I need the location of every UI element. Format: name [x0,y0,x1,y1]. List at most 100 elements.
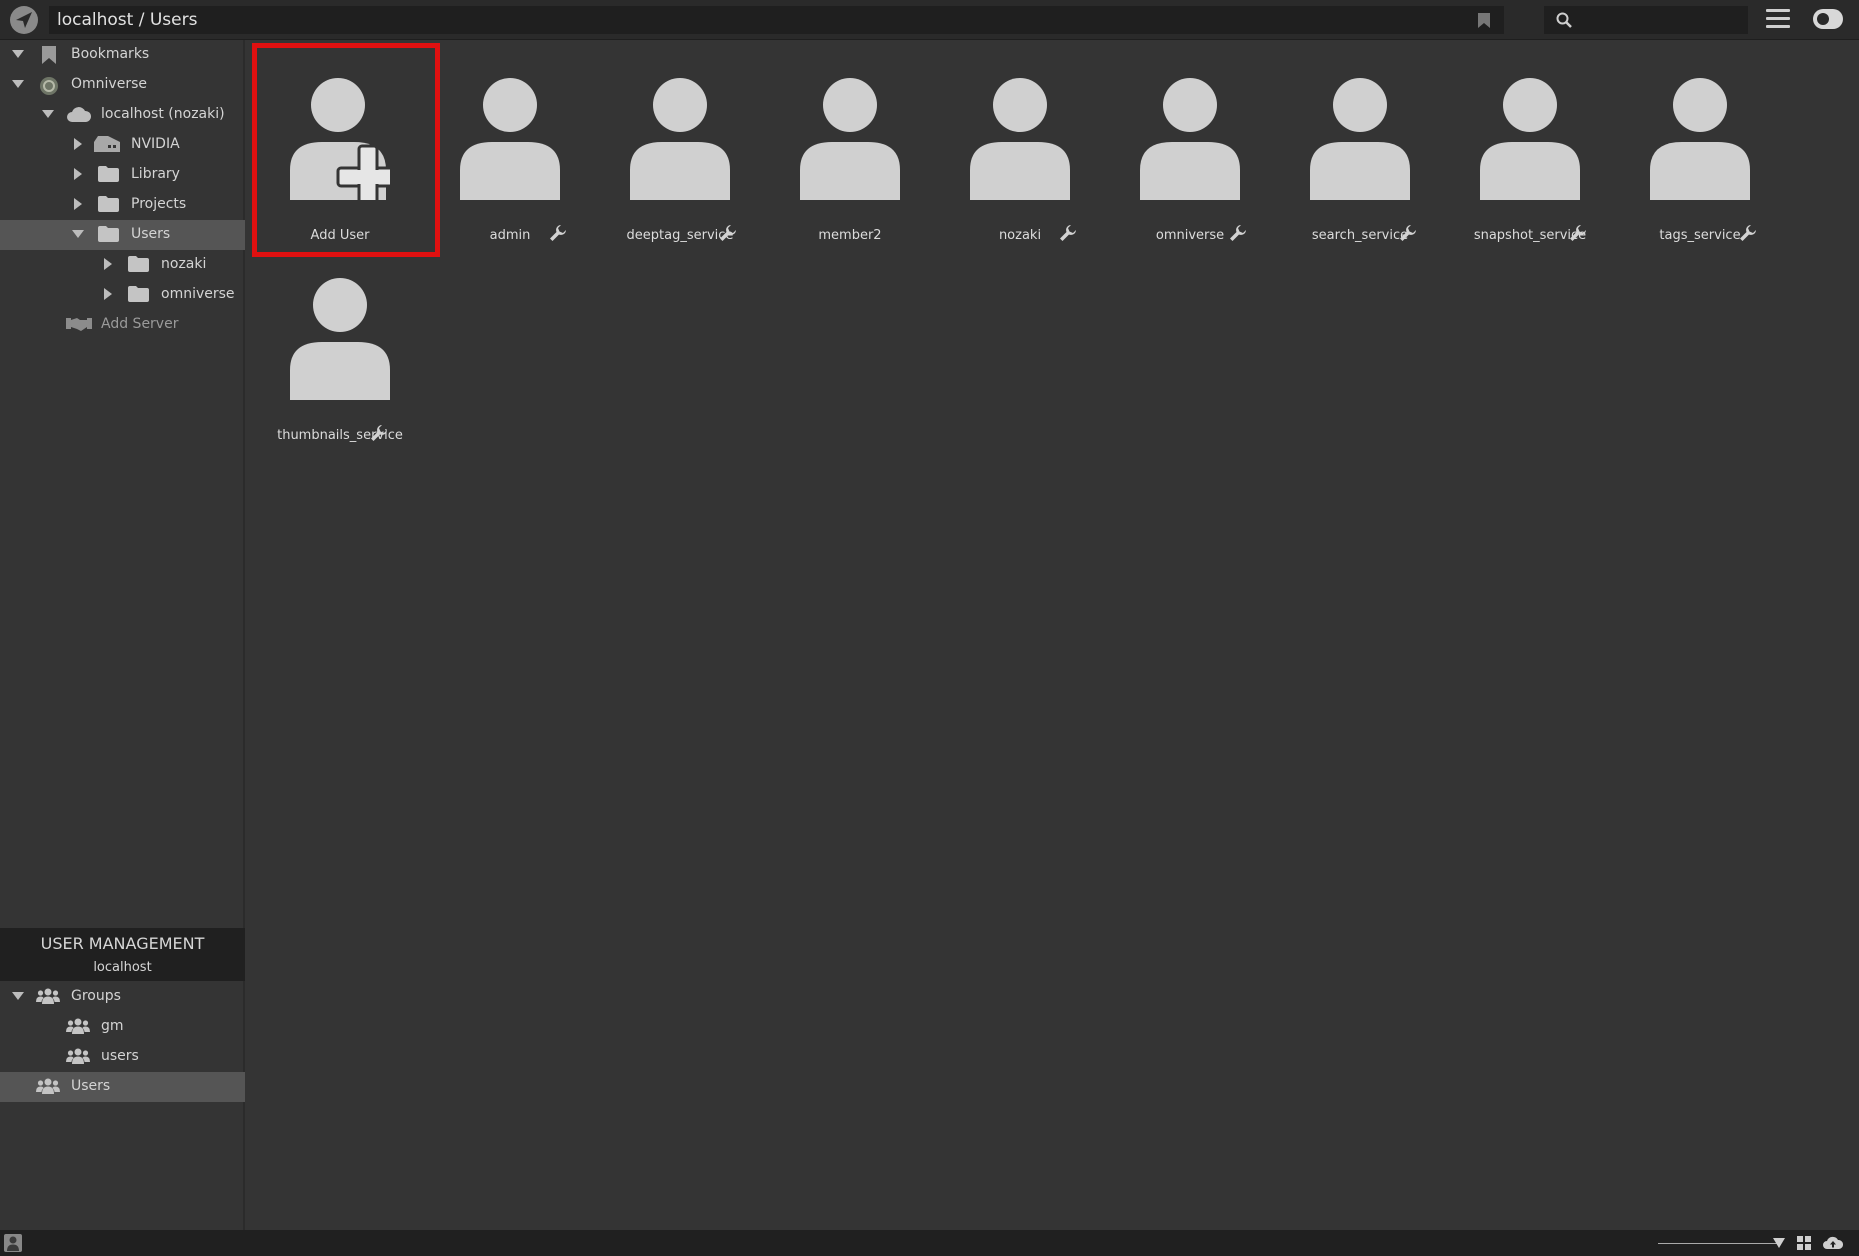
user-avatar-icon [970,78,1070,200]
group-icon [36,988,60,1008]
folder-icon [98,226,119,246]
wrench-icon[interactable] [1060,225,1076,241]
um-item-label: users [101,1048,139,1064]
tree-item-label: Add Server [101,316,179,332]
um-item-users[interactable]: Users [0,1072,245,1102]
user-name: member2 [818,228,882,243]
user-card-admin[interactable]: admin [425,48,595,243]
tree-item-label: Bookmarks [71,46,150,62]
user-name: deeptag_service [626,228,734,243]
user-name: nozaki [998,228,1042,243]
user-card-deeptag-service[interactable]: deeptag_service [595,48,765,243]
cloud-upload-icon[interactable] [1823,1235,1843,1251]
user-management-header: USER MANAGEMENT localhost [0,928,245,981]
tree-item-label: Omniverse [71,76,147,92]
user-card-nozaki[interactable]: nozaki [935,48,1105,243]
um-item-users-group[interactable]: users [0,1042,245,1072]
group-icon [66,1048,90,1068]
user-card-thumbnails-service[interactable]: thumbnails_service [255,248,425,443]
top-bar: localhost / Users [0,0,1859,40]
tree-item-nvidia[interactable]: NVIDIA [0,130,245,160]
user-management-server: localhost [93,960,152,975]
chevron-down-icon[interactable] [12,50,24,58]
search-icon [1556,12,1572,28]
tree-item-label: Library [131,166,180,182]
chevron-down-icon[interactable] [72,230,84,238]
user-card-tags-service[interactable]: tags_service [1615,48,1785,243]
tree-item-label: omniverse [161,286,235,302]
group-icon [36,1078,60,1098]
tree-item-label: localhost (nozaki) [101,106,225,122]
wrench-icon[interactable] [1740,225,1756,241]
wrench-icon[interactable] [371,425,387,441]
user-avatar-icon [1310,78,1410,200]
user-avatar-icon [290,278,390,400]
breadcrumb[interactable]: localhost / Users [57,10,197,30]
um-item-label: Users [71,1078,111,1094]
tree-item-label: nozaki [161,256,207,272]
tree-item-localhost[interactable]: localhost (nozaki) [0,100,245,130]
user-grid: Add User admin deeptag_service member2 n… [247,40,1859,1230]
user-card-search-service[interactable]: search_service [1275,48,1445,243]
tree-item-label: Projects [131,196,187,212]
omniverse-launcher-icon[interactable] [10,6,38,34]
user-name: omniverse [1155,228,1225,243]
user-card-omniverse[interactable]: omniverse [1105,48,1275,243]
user-avatar-icon [630,78,730,200]
um-item-groups[interactable]: Groups [0,982,245,1012]
um-item-label: Groups [71,988,121,1004]
tree-item-omniverse-folder[interactable]: omniverse [0,280,245,310]
tree-item-library[interactable]: Library [0,160,245,190]
user-avatar-icon [800,78,900,200]
sidebar: Bookmarks Omniverse localhost (nozaki) N… [0,40,245,1230]
tree-item-omniverse[interactable]: Omniverse [0,70,245,100]
user-avatar-icon [1140,78,1240,200]
tree-item-bookmarks[interactable]: Bookmarks [0,40,245,70]
handshake-icon [66,316,92,336]
tree-item-users[interactable]: Users [0,220,245,250]
add-server-button[interactable]: Add Server [0,310,245,340]
hamburger-menu-icon[interactable] [1766,9,1790,31]
user-avatar-icon [460,78,560,200]
bookmark-icon [42,46,56,68]
status-bar [0,1230,1859,1256]
user-card-snapshot-service[interactable]: snapshot_service [1445,48,1615,243]
bookmark-icon[interactable] [1478,13,1490,32]
user-name: admin [489,228,531,243]
chevron-right-icon[interactable] [74,198,82,210]
chevron-right-icon[interactable] [74,168,82,180]
folder-icon [128,286,149,306]
folder-icon [98,196,119,216]
wrench-icon[interactable] [1230,225,1246,241]
user-name: tags_service [1659,228,1741,243]
um-item-gm[interactable]: gm [0,1012,245,1042]
omniverse-icon [39,76,59,100]
grid-view-icon[interactable] [1797,1236,1811,1250]
wrench-icon[interactable] [1570,225,1586,241]
group-icon [66,1018,90,1038]
user-avatar-icon [1650,78,1750,200]
user-name: thumbnails_service [277,428,403,443]
search-input[interactable] [1582,8,1742,32]
zoom-slider-track[interactable] [1658,1243,1780,1244]
wrench-icon[interactable] [550,225,566,241]
path-bar[interactable]: localhost / Users [49,6,1504,34]
chevron-down-icon[interactable] [42,110,54,118]
search-box[interactable] [1544,6,1748,34]
user-icon[interactable] [4,1234,22,1252]
chevron-right-icon[interactable] [104,288,112,300]
toggle-switch-icon[interactable] [1813,9,1843,29]
user-card-member2[interactable]: member2 [765,48,935,243]
selection-highlight [252,43,440,257]
wrench-icon[interactable] [1400,225,1416,241]
zoom-slider-handle[interactable] [1773,1238,1785,1248]
chevron-right-icon[interactable] [74,138,82,150]
wrench-icon[interactable] [720,225,736,241]
tree-item-nozaki[interactable]: nozaki [0,250,245,280]
chevron-down-icon[interactable] [12,80,24,88]
chevron-down-icon[interactable] [12,992,24,1000]
chevron-right-icon[interactable] [104,258,112,270]
user-name: search_service [1311,228,1409,243]
tree-item-label: NVIDIA [131,136,180,152]
tree-item-projects[interactable]: Projects [0,190,245,220]
